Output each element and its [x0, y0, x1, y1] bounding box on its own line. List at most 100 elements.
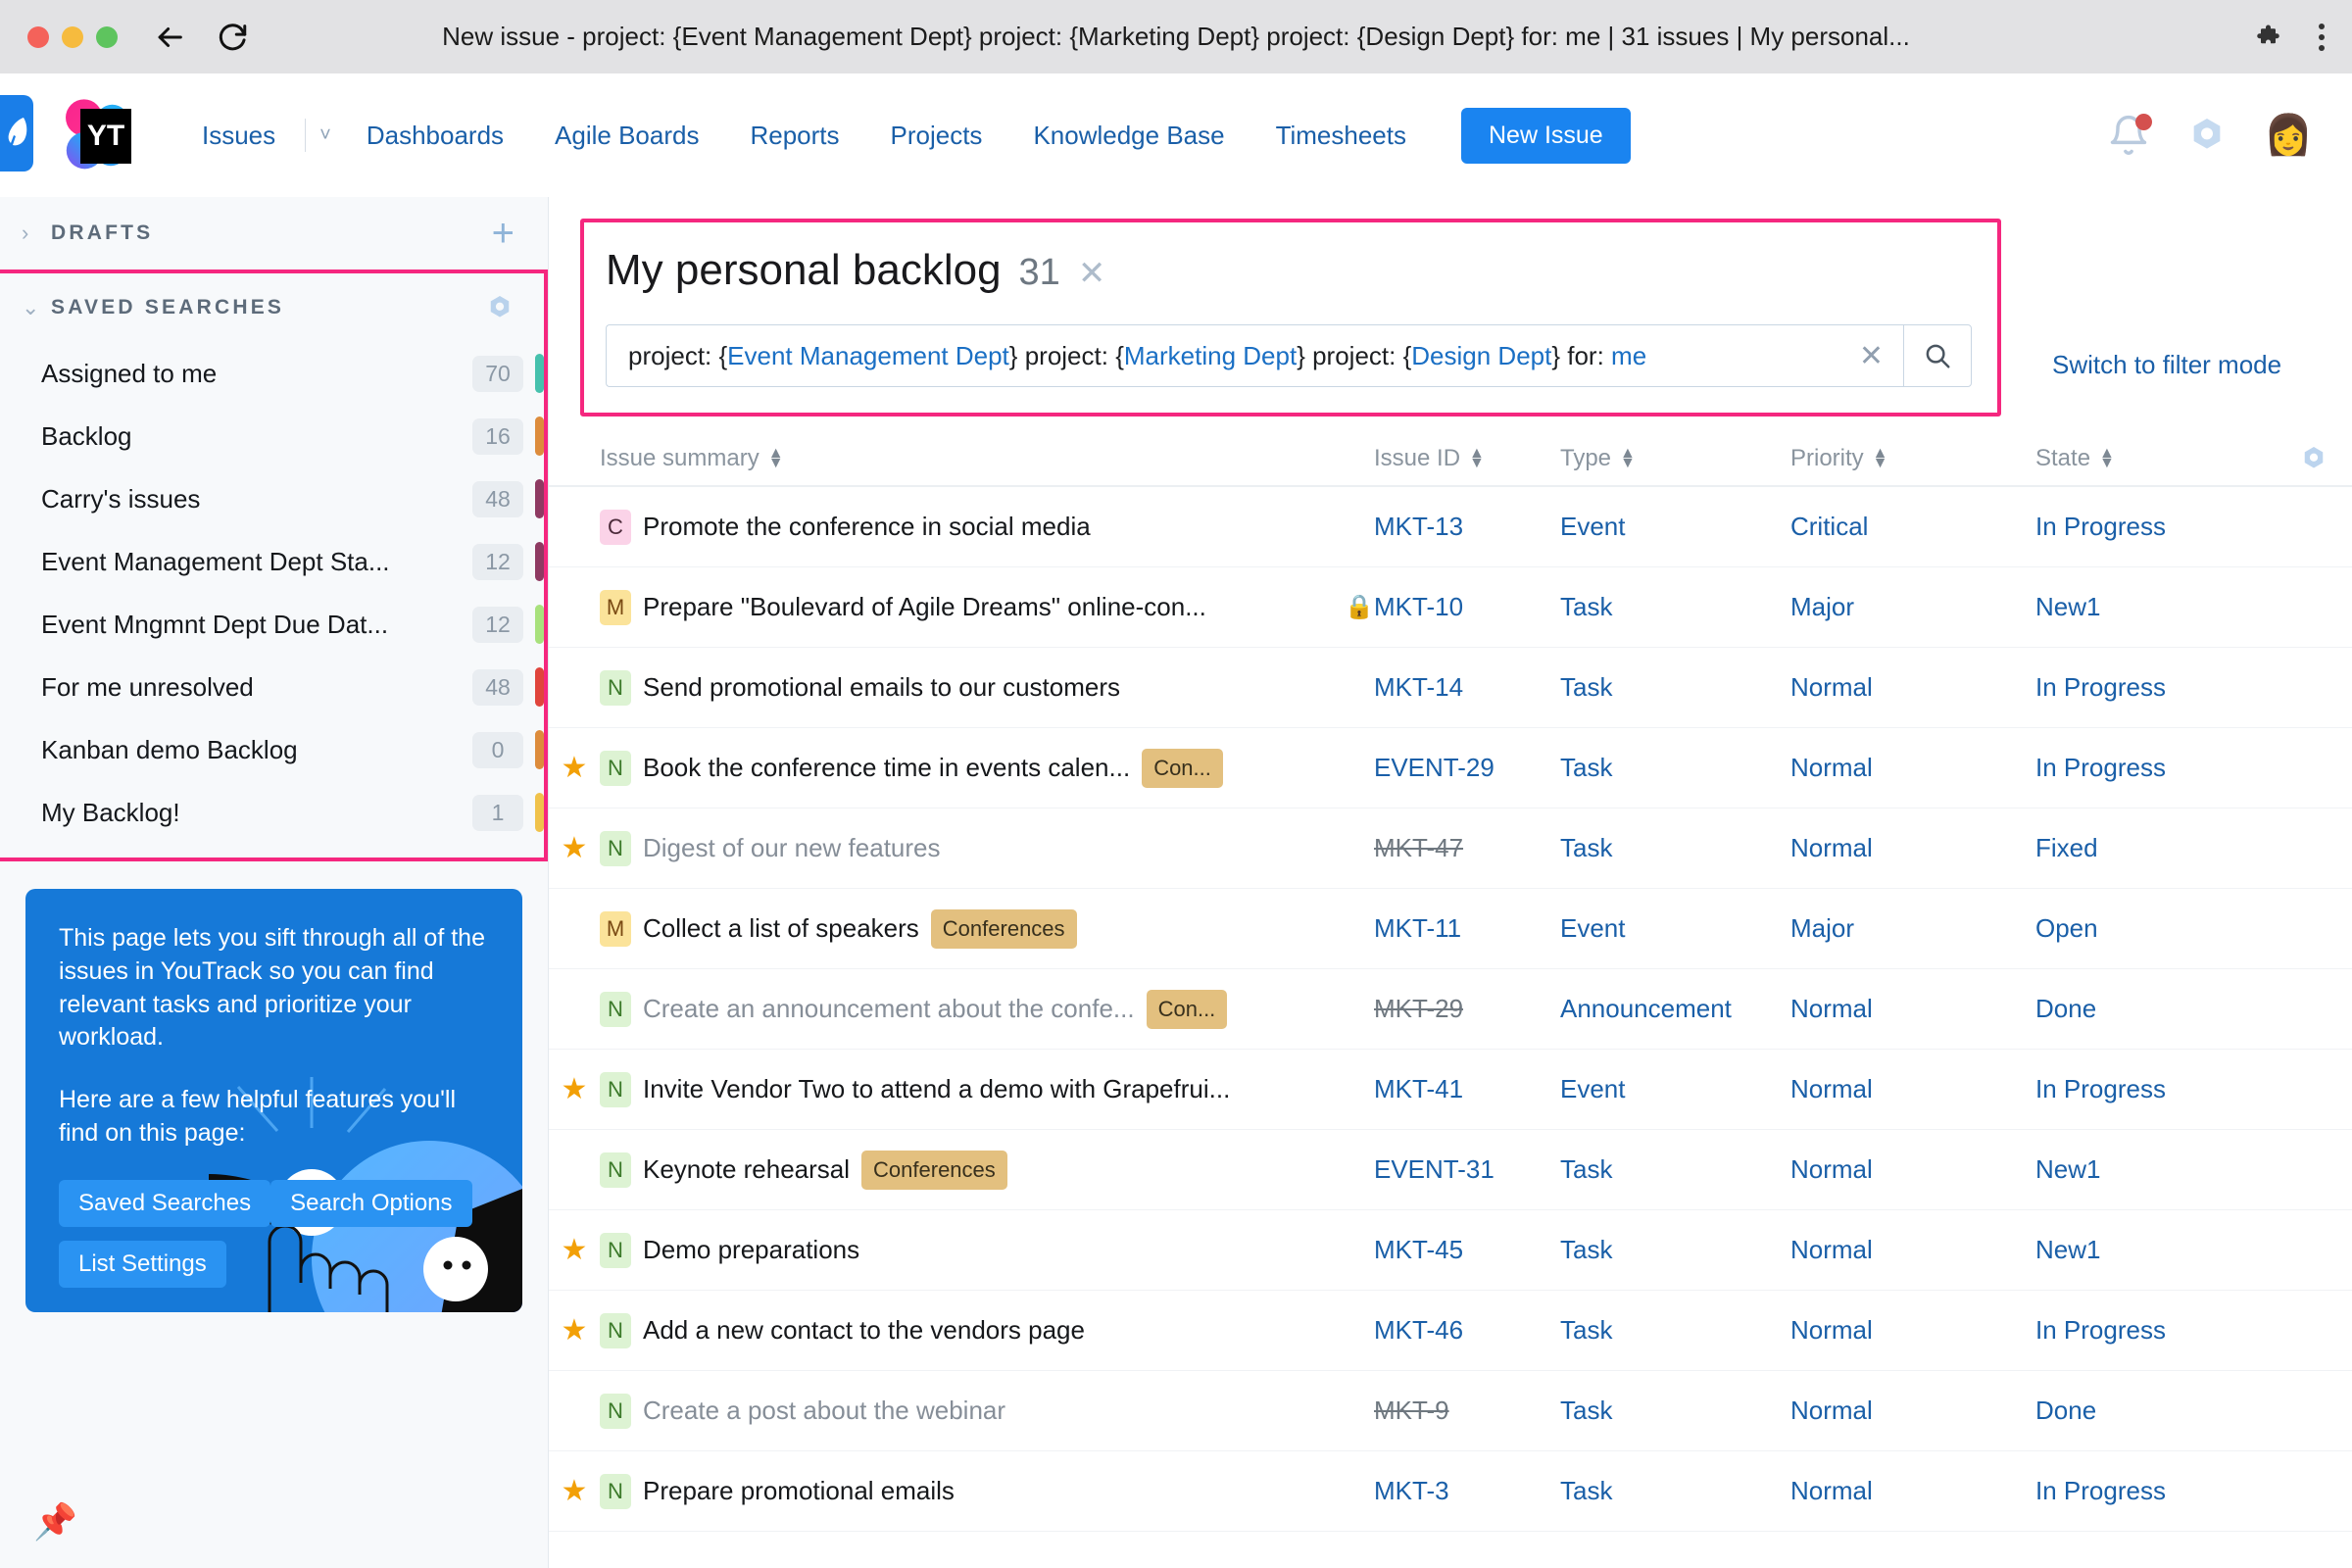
nav-item-timesheets[interactable]: Timesheets [1250, 111, 1432, 161]
issue-state[interactable]: In Progress [2035, 672, 2328, 703]
puzzle-icon[interactable] [2256, 23, 2285, 52]
issue-tag[interactable]: Con... [1142, 749, 1223, 788]
saved-search-item[interactable]: My Backlog!1 [0, 781, 544, 844]
issue-type[interactable]: Announcement [1560, 994, 1790, 1024]
column-header-state[interactable]: State ▲▼ [2035, 445, 2299, 472]
table-row[interactable]: ★NPrepare promotional emailsMKT-3TaskNor… [549, 1451, 2352, 1532]
issue-type[interactable]: Task [1560, 753, 1790, 783]
issue-summary-link[interactable]: Prepare promotional emails [643, 1476, 955, 1506]
issue-state[interactable]: Done [2035, 994, 2328, 1024]
issue-summary-link[interactable]: Digest of our new features [643, 833, 941, 863]
issue-priority[interactable]: Normal [1790, 1396, 2035, 1426]
gear-icon[interactable] [2299, 444, 2328, 473]
issue-type[interactable]: Task [1560, 1396, 1790, 1426]
nav-item-reports[interactable]: Reports [724, 111, 864, 161]
avatar[interactable]: 👩 [2264, 113, 2309, 158]
issue-type[interactable]: Task [1560, 1315, 1790, 1346]
back-arrow-icon[interactable] [153, 21, 186, 54]
issue-id-link[interactable]: EVENT-29 [1374, 753, 1560, 783]
table-row[interactable]: ★NDemo preparationsMKT-45TaskNormalNew1 [549, 1210, 2352, 1291]
issue-priority[interactable]: Normal [1790, 1154, 2035, 1185]
issue-id-link[interactable]: MKT-46 [1374, 1315, 1560, 1346]
star-icon[interactable]: ★ [549, 1313, 600, 1348]
nav-item-dashboards[interactable]: Dashboards [341, 111, 529, 161]
issue-priority[interactable]: Critical [1790, 512, 2035, 542]
gear-icon[interactable] [2187, 116, 2227, 155]
star-icon[interactable]: ★ [549, 911, 600, 946]
chevron-down-icon[interactable]: ⌄ [22, 295, 51, 320]
issue-id-link[interactable]: EVENT-31 [1374, 1154, 1560, 1185]
new-issue-button[interactable]: New Issue [1461, 108, 1631, 164]
issue-state[interactable]: Fixed [2035, 833, 2328, 863]
switch-to-filter-mode-link[interactable]: Switch to filter mode [2052, 350, 2281, 380]
star-icon[interactable]: ★ [549, 1394, 600, 1428]
issue-type[interactable]: Task [1560, 1476, 1790, 1506]
tips-feature-chip[interactable]: List Settings [59, 1241, 226, 1288]
tips-feature-chip[interactable]: Saved Searches [59, 1180, 270, 1227]
issue-id-link[interactable]: MKT-45 [1374, 1235, 1560, 1265]
search-button[interactable] [1903, 324, 1972, 387]
issue-state[interactable]: New1 [2035, 1235, 2328, 1265]
add-draft-button[interactable]: + [492, 214, 514, 253]
issue-tag[interactable]: Conferences [931, 909, 1077, 949]
reload-icon[interactable] [216, 21, 249, 54]
table-row[interactable]: ★NInvite Vendor Two to attend a demo wit… [549, 1050, 2352, 1130]
nav-item-projects[interactable]: Projects [865, 111, 1008, 161]
table-row[interactable]: ★NKeynote rehearsalConferencesEVENT-31Ta… [549, 1130, 2352, 1210]
issue-id-link[interactable]: MKT-10 [1374, 592, 1560, 622]
maximize-window-button[interactable] [96, 26, 118, 48]
saved-search-item[interactable]: Event Management Dept Sta...12 [0, 530, 544, 593]
issue-priority[interactable]: Major [1790, 913, 2035, 944]
table-row[interactable]: ★NSend promotional emails to our custome… [549, 648, 2352, 728]
star-icon[interactable]: ★ [549, 751, 600, 785]
star-icon[interactable]: ★ [549, 1072, 600, 1106]
issue-type[interactable]: Task [1560, 1235, 1790, 1265]
star-icon[interactable]: ★ [549, 670, 600, 705]
issue-id-link[interactable]: MKT-9 [1374, 1396, 1560, 1426]
close-icon[interactable]: ✕ [1078, 257, 1106, 290]
issue-priority[interactable]: Normal [1790, 753, 2035, 783]
table-row[interactable]: ★CPromote the conference in social media… [549, 487, 2352, 567]
issue-id-link[interactable]: MKT-14 [1374, 672, 1560, 703]
issue-type[interactable]: Event [1560, 913, 1790, 944]
table-row[interactable]: ★NAdd a new contact to the vendors pageM… [549, 1291, 2352, 1371]
issue-summary-link[interactable]: Promote the conference in social media [643, 512, 1091, 542]
nav-item-agile-boards[interactable]: Agile Boards [529, 111, 724, 161]
table-row[interactable]: ★MCollect a list of speakersConferencesM… [549, 889, 2352, 969]
issue-priority[interactable]: Normal [1790, 1074, 2035, 1104]
table-row[interactable]: ★MPrepare "Boulevard of Agile Dreams" on… [549, 567, 2352, 648]
issue-type[interactable]: Event [1560, 1074, 1790, 1104]
issue-type[interactable]: Task [1560, 672, 1790, 703]
column-header-type[interactable]: Type ▲▼ [1560, 445, 1790, 472]
issue-id-link[interactable]: MKT-3 [1374, 1476, 1560, 1506]
column-header-summary[interactable]: Issue summary ▲▼ [600, 445, 1374, 472]
issue-summary-link[interactable]: Send promotional emails to our customers [643, 672, 1120, 703]
issue-summary-link[interactable]: Book the conference time in events calen… [643, 753, 1130, 783]
issue-state[interactable]: In Progress [2035, 1074, 2328, 1104]
nav-item-knowledge-base[interactable]: Knowledge Base [1007, 111, 1250, 161]
saved-search-item[interactable]: Backlog16 [0, 405, 544, 467]
issue-tag[interactable]: Conferences [861, 1151, 1007, 1190]
saved-search-item[interactable]: For me unresolved48 [0, 656, 544, 718]
issue-id-link[interactable]: MKT-13 [1374, 512, 1560, 542]
issue-summary-link[interactable]: Demo preparations [643, 1235, 859, 1265]
table-row[interactable]: ★NDigest of our new featuresMKT-47TaskNo… [549, 808, 2352, 889]
star-icon[interactable]: ★ [549, 1233, 600, 1267]
issue-priority[interactable]: Major [1790, 592, 2035, 622]
issue-summary-link[interactable]: Create an announcement about the confe..… [643, 994, 1135, 1024]
star-icon[interactable]: ★ [549, 831, 600, 865]
issue-type[interactable]: Event [1560, 512, 1790, 542]
star-icon[interactable]: ★ [549, 510, 600, 544]
saved-search-item[interactable]: Event Mngmnt Dept Due Dat...12 [0, 593, 544, 656]
saved-search-item[interactable]: Carry's issues48 [0, 467, 544, 530]
issue-summary-link[interactable]: Invite Vendor Two to attend a demo with … [643, 1074, 1230, 1104]
issue-summary-link[interactable]: Collect a list of speakers [643, 913, 919, 944]
issue-type[interactable]: Task [1560, 592, 1790, 622]
table-row[interactable]: ★NBook the conference time in events cal… [549, 728, 2352, 808]
issue-priority[interactable]: Normal [1790, 994, 2035, 1024]
issue-type[interactable]: Task [1560, 1154, 1790, 1185]
issue-tag[interactable]: Con... [1147, 990, 1228, 1029]
table-row[interactable]: ★NCreate a post about the webinarMKT-9Ta… [549, 1371, 2352, 1451]
issue-id-link[interactable]: MKT-11 [1374, 913, 1560, 944]
column-header-priority[interactable]: Priority ▲▼ [1790, 445, 2035, 472]
